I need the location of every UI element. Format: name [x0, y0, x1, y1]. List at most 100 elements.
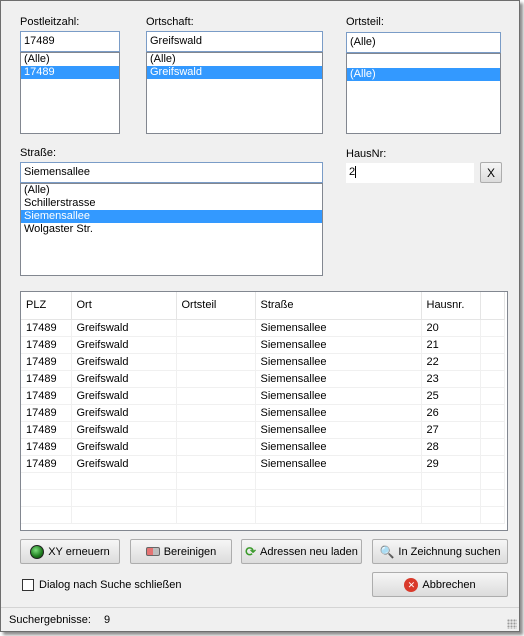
adressen-neu-laden-button[interactable]: ⟳ Adressen neu laden [241, 539, 362, 564]
xy-erneuern-button[interactable]: XY erneuern [20, 539, 120, 564]
plz-label: Postleitzahl: [20, 16, 80, 28]
close-after-search-checkbox[interactable] [22, 579, 34, 591]
table-cell: 21 [421, 336, 481, 354]
bereinigen-button[interactable]: Bereinigen [130, 539, 232, 564]
table-cell [176, 421, 256, 439]
status-label: Suchergebnisse: [9, 614, 91, 626]
table-cell: Greifswald [71, 353, 177, 371]
table-row[interactable]: 17489 Greifswald Siemensallee 26 [21, 404, 505, 422]
list-item[interactable]: (Alle) [147, 53, 322, 66]
magnifier-icon: 🔍 [379, 544, 395, 559]
eraser-icon [145, 547, 160, 556]
ortschaft-input[interactable]: Greifswald [146, 31, 323, 52]
resize-grip[interactable] [507, 619, 517, 629]
in-zeichnung-suchen-button[interactable]: 🔍 In Zeichnung suchen [372, 539, 508, 564]
table-row[interactable]: 17489 Greifswald Siemensallee 29 [21, 455, 505, 473]
col-header-ort[interactable]: Ort [71, 292, 177, 320]
table-cell-filler [480, 319, 505, 337]
ortschaft-list[interactable]: (Alle) Greifswald [146, 52, 323, 134]
results-grid[interactable]: PLZ Ort Ortsteil Straße Hausnr. 17489 Gre… [20, 291, 508, 531]
table-cell: Greifswald [71, 336, 177, 354]
table-cell: 27 [421, 421, 481, 439]
table-cell-filler [480, 404, 505, 422]
table-cell-filler [480, 438, 505, 456]
table-row[interactable]: 17489 Greifswald Siemensallee 23 [21, 370, 505, 388]
list-item[interactable]: Wolgaster Str. [21, 223, 322, 236]
green-dot-icon [30, 544, 45, 559]
table-cell: Siemensallee [255, 421, 422, 439]
list-item-selected[interactable]: Greifswald [147, 66, 322, 79]
clear-hausnr-button[interactable]: X [480, 162, 502, 183]
strasse-list[interactable]: (Alle) Schillerstrasse Siemensallee Wolg… [20, 183, 323, 276]
table-cell [480, 489, 505, 507]
list-item-selected[interactable]: (Alle) [347, 68, 500, 81]
table-row[interactable]: 17489 Greifswald Siemensallee 21 [21, 336, 505, 354]
table-cell [480, 506, 505, 524]
table-cell: Greifswald [71, 438, 177, 456]
table-cell-filler [480, 421, 505, 439]
bereinigen-label: Bereinigen [163, 545, 217, 558]
table-row-empty [21, 506, 505, 524]
table-cell [176, 336, 256, 354]
table-cell: Siemensallee [255, 370, 422, 388]
table-cell: 17489 [21, 319, 72, 337]
list-item[interactable]: Schillerstrasse [21, 197, 322, 210]
table-row-empty [21, 489, 505, 507]
ortsteil-label: Ortsteil: [346, 16, 384, 28]
table-cell: 29 [421, 455, 481, 473]
table-cell: 17489 [21, 370, 72, 388]
table-cell [71, 489, 177, 507]
table-cell: Siemensallee [255, 455, 422, 473]
table-cell [255, 472, 422, 490]
strasse-label: Straße: [20, 147, 57, 159]
table-cell: 17489 [21, 438, 72, 456]
table-cell [421, 506, 481, 524]
list-item[interactable]: (Alle) [21, 184, 322, 197]
table-cell: 17489 [21, 421, 72, 439]
table-row[interactable]: 17489 Greifswald Siemensallee 28 [21, 438, 505, 456]
list-item-selected[interactable]: Siemensallee [21, 210, 322, 223]
strasse-input[interactable]: Siemensallee [20, 162, 323, 183]
plz-input[interactable]: 17489 [20, 31, 120, 52]
table-cell: 23 [421, 370, 481, 388]
result-count: 9 [104, 614, 111, 626]
cancel-icon: ✕ [404, 577, 419, 592]
col-header-strasse[interactable]: Straße [255, 292, 422, 320]
table-cell [421, 489, 481, 507]
list-item[interactable] [347, 54, 500, 68]
table-cell: Greifswald [71, 455, 177, 473]
table-cell: Siemensallee [255, 438, 422, 456]
table-cell: Siemensallee [255, 404, 422, 422]
table-cell: 17489 [21, 404, 72, 422]
table-cell [21, 489, 72, 507]
table-cell [176, 370, 256, 388]
table-cell: Greifswald [71, 387, 177, 405]
table-cell-filler [480, 455, 505, 473]
col-header-hausnr[interactable]: Hausnr. [421, 292, 481, 320]
close-after-search-label: Dialog nach Suche schließen [39, 579, 182, 591]
table-row[interactable]: 17489 Greifswald Siemensallee 25 [21, 387, 505, 405]
ortschaft-label: Ortschaft: [146, 16, 194, 28]
table-row[interactable]: 17489 Greifswald Siemensallee 22 [21, 353, 505, 371]
plz-list[interactable]: (Alle) 17489 [20, 52, 120, 134]
adressen-neu-laden-label: Adressen neu laden [260, 545, 358, 558]
table-row[interactable]: 17489 Greifswald Siemensallee 27 [21, 421, 505, 439]
ortsteil-list[interactable]: (Alle) [346, 53, 501, 134]
ortsteil-input[interactable]: (Alle) [346, 32, 501, 53]
close-after-search-option[interactable]: Dialog nach Suche schließen [22, 579, 181, 591]
table-cell: Greifswald [71, 404, 177, 422]
col-header-ortsteil[interactable]: Ortsteil [176, 292, 256, 320]
list-item[interactable]: (Alle) [21, 53, 119, 66]
hausnr-input[interactable]: 2 [346, 163, 474, 183]
col-header-plz[interactable]: PLZ [21, 292, 72, 320]
table-cell: 20 [421, 319, 481, 337]
refresh-icon: ⟳ [245, 543, 257, 559]
abbrechen-button[interactable]: ✕ Abbrechen [372, 572, 508, 597]
table-cell-filler [480, 336, 505, 354]
table-row[interactable]: 17489 Greifswald Siemensallee 20 [21, 319, 505, 337]
list-item-selected[interactable]: 17489 [21, 66, 119, 79]
table-cell: 22 [421, 353, 481, 371]
table-row-empty [21, 472, 505, 490]
table-cell: Siemensallee [255, 353, 422, 371]
table-cell: Greifswald [71, 370, 177, 388]
